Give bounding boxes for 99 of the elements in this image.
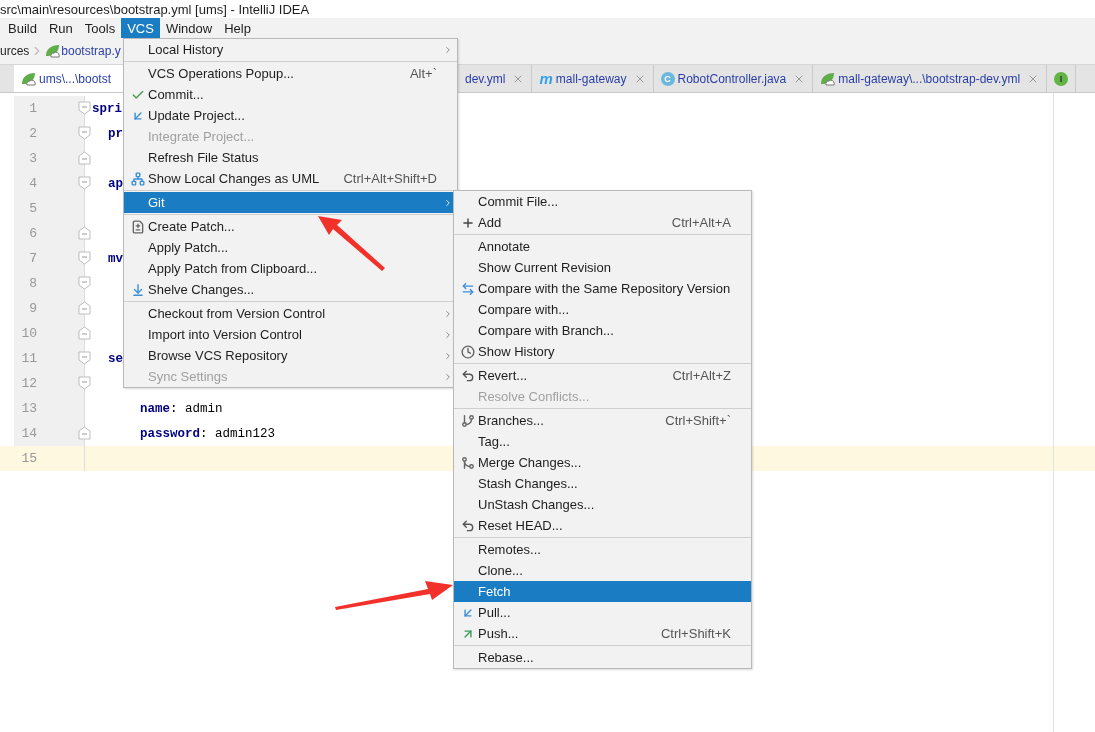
arrows-icon <box>461 281 475 296</box>
file-icon <box>131 219 145 234</box>
leaf-icon <box>45 44 61 58</box>
line-number: 5 <box>28 201 37 216</box>
menu-item[interactable]: Shelve Changes... <box>124 279 457 300</box>
line-number: 9 <box>28 301 37 316</box>
menu-bar-item[interactable]: Window <box>159 18 219 38</box>
line-number: 14 <box>20 426 37 441</box>
window-title: src\main\resources\bootstrap.yml [ums] - IntelliJ IDEA <box>0 1 310 17</box>
menu-bar-item[interactable]: Run <box>42 18 79 38</box>
line-number: 8 <box>28 276 37 291</box>
menu-item[interactable]: Browse VCS Repository <box>124 345 457 366</box>
menu-item[interactable]: Push... Ctrl+Shift+K <box>454 623 751 644</box>
menu-bar-item[interactable]: Build <box>2 18 43 38</box>
interface-icon: I <box>1054 71 1069 86</box>
fold-marker-icon[interactable] <box>78 251 91 265</box>
menu-item[interactable]: Merge Changes... <box>454 452 751 473</box>
menu-item[interactable]: Checkout from Version Control <box>124 303 457 324</box>
line-number: 15 <box>20 451 37 466</box>
menu-item[interactable]: Refresh File Status <box>124 147 457 168</box>
menu-item[interactable]: Create Patch... <box>124 216 457 237</box>
menu-item[interactable]: Stash Changes... <box>454 473 751 494</box>
line-number: 12 <box>20 376 37 391</box>
menu-item[interactable]: UnStash Changes... <box>454 494 751 515</box>
fold-marker-icon[interactable] <box>78 276 91 290</box>
clock-icon <box>461 344 475 359</box>
merge-icon <box>461 455 475 470</box>
line-number: 3 <box>28 151 37 166</box>
code-line: se <box>108 351 123 366</box>
line-number: 6 <box>28 226 37 241</box>
menu-item[interactable]: Apply Patch from Clipboard... <box>124 258 457 279</box>
breadcrumb-item[interactable]: urces <box>0 44 30 58</box>
leaf-icon <box>21 71 36 86</box>
fold-marker-icon[interactable] <box>78 351 91 365</box>
menu-item[interactable]: Pull... <box>454 602 751 623</box>
menu-item[interactable]: Rebase... <box>454 647 751 668</box>
code-line: spri <box>92 101 122 116</box>
branch-icon <box>461 413 475 428</box>
shortcut-label: Ctrl+Alt+Shift+D <box>343 171 438 186</box>
menu-item[interactable]: Annotate <box>454 236 751 257</box>
code-line: pr <box>108 126 123 141</box>
fold-marker-icon[interactable] <box>78 376 91 390</box>
fold-marker-icon[interactable] <box>78 176 91 190</box>
code-line: password: admin123 <box>140 426 276 441</box>
fold-marker-icon[interactable] <box>78 301 91 315</box>
menu-item[interactable]: Show History <box>454 341 751 362</box>
shortcut-label: Ctrl+Alt+A <box>671 215 732 230</box>
menu-item[interactable]: Branches... Ctrl+Shift+` <box>454 410 751 431</box>
line-number: 13 <box>20 401 37 416</box>
plus-icon <box>461 215 475 230</box>
menu-item[interactable]: Compare with Branch... <box>454 320 751 341</box>
line-number: 1 <box>28 101 37 116</box>
menu-item[interactable]: Add Ctrl+Alt+A <box>454 212 751 233</box>
line-number: 11 <box>20 351 37 366</box>
shortcut-label: Ctrl+Alt+Z <box>672 368 732 383</box>
line-number: 2 <box>28 126 37 141</box>
menu-bar-item[interactable]: VCS <box>121 18 160 38</box>
undo-icon <box>461 518 475 533</box>
maven-icon: m <box>539 70 553 87</box>
menu-item[interactable]: Show Local Changes as UML Ctrl+Alt+Shift+D <box>124 168 457 189</box>
fold-marker-icon[interactable] <box>78 151 91 165</box>
fold-marker-icon[interactable] <box>78 426 91 440</box>
line-number: 7 <box>28 251 37 266</box>
menu-item[interactable]: Remotes... <box>454 539 751 560</box>
menu-item[interactable]: Local History <box>124 39 457 60</box>
diagram-icon <box>131 171 145 186</box>
fold-marker-icon[interactable] <box>78 326 91 340</box>
shortcut-label: Ctrl+Shift+` <box>665 413 732 428</box>
menu-item[interactable]: Tag... <box>454 431 751 452</box>
menu-item[interactable]: Update Project... <box>124 105 457 126</box>
menu-item[interactable]: Reset HEAD... <box>454 515 751 536</box>
fold-marker-icon[interactable] <box>78 226 91 240</box>
menu-item[interactable]: Compare with the Same Repository Version <box>454 278 751 299</box>
menu-item[interactable]: Revert... Ctrl+Alt+Z <box>454 365 751 386</box>
code-line: name: admin <box>140 401 223 416</box>
menu-item[interactable]: Import into Version Control <box>124 324 457 345</box>
shortcut-label: Ctrl+Shift+K <box>660 626 732 641</box>
menu-item[interactable]: Commit... <box>124 84 457 105</box>
menu-bar-item[interactable]: Tools <box>78 18 122 38</box>
code-line: ap <box>108 176 123 191</box>
fold-marker-icon[interactable] <box>78 101 91 115</box>
menu-item[interactable]: VCS Operations Popup... Alt+` <box>124 63 457 84</box>
undo-icon <box>461 368 475 383</box>
breadcrumb-item[interactable]: bootstrap.y <box>61 44 121 58</box>
menu-item[interactable]: Fetch <box>454 581 751 602</box>
download-icon <box>131 282 145 297</box>
code-line: mv <box>108 251 123 266</box>
class-icon: C <box>660 71 675 86</box>
menu-item[interactable]: Compare with... <box>454 299 751 320</box>
menu-item[interactable]: Apply Patch... <box>124 237 457 258</box>
menu-item[interactable]: Clone... <box>454 560 751 581</box>
shortcut-label: Alt+` <box>409 66 438 81</box>
fold-marker-icon[interactable] <box>78 126 91 140</box>
menu-item[interactable]: Show Current Revision <box>454 257 751 278</box>
line-number: 10 <box>20 326 37 341</box>
line-number: 4 <box>28 176 37 191</box>
leaf-icon <box>820 71 836 86</box>
menu-bar-item[interactable]: Help <box>218 18 257 38</box>
menu-item[interactable]: Commit File... <box>454 191 751 212</box>
